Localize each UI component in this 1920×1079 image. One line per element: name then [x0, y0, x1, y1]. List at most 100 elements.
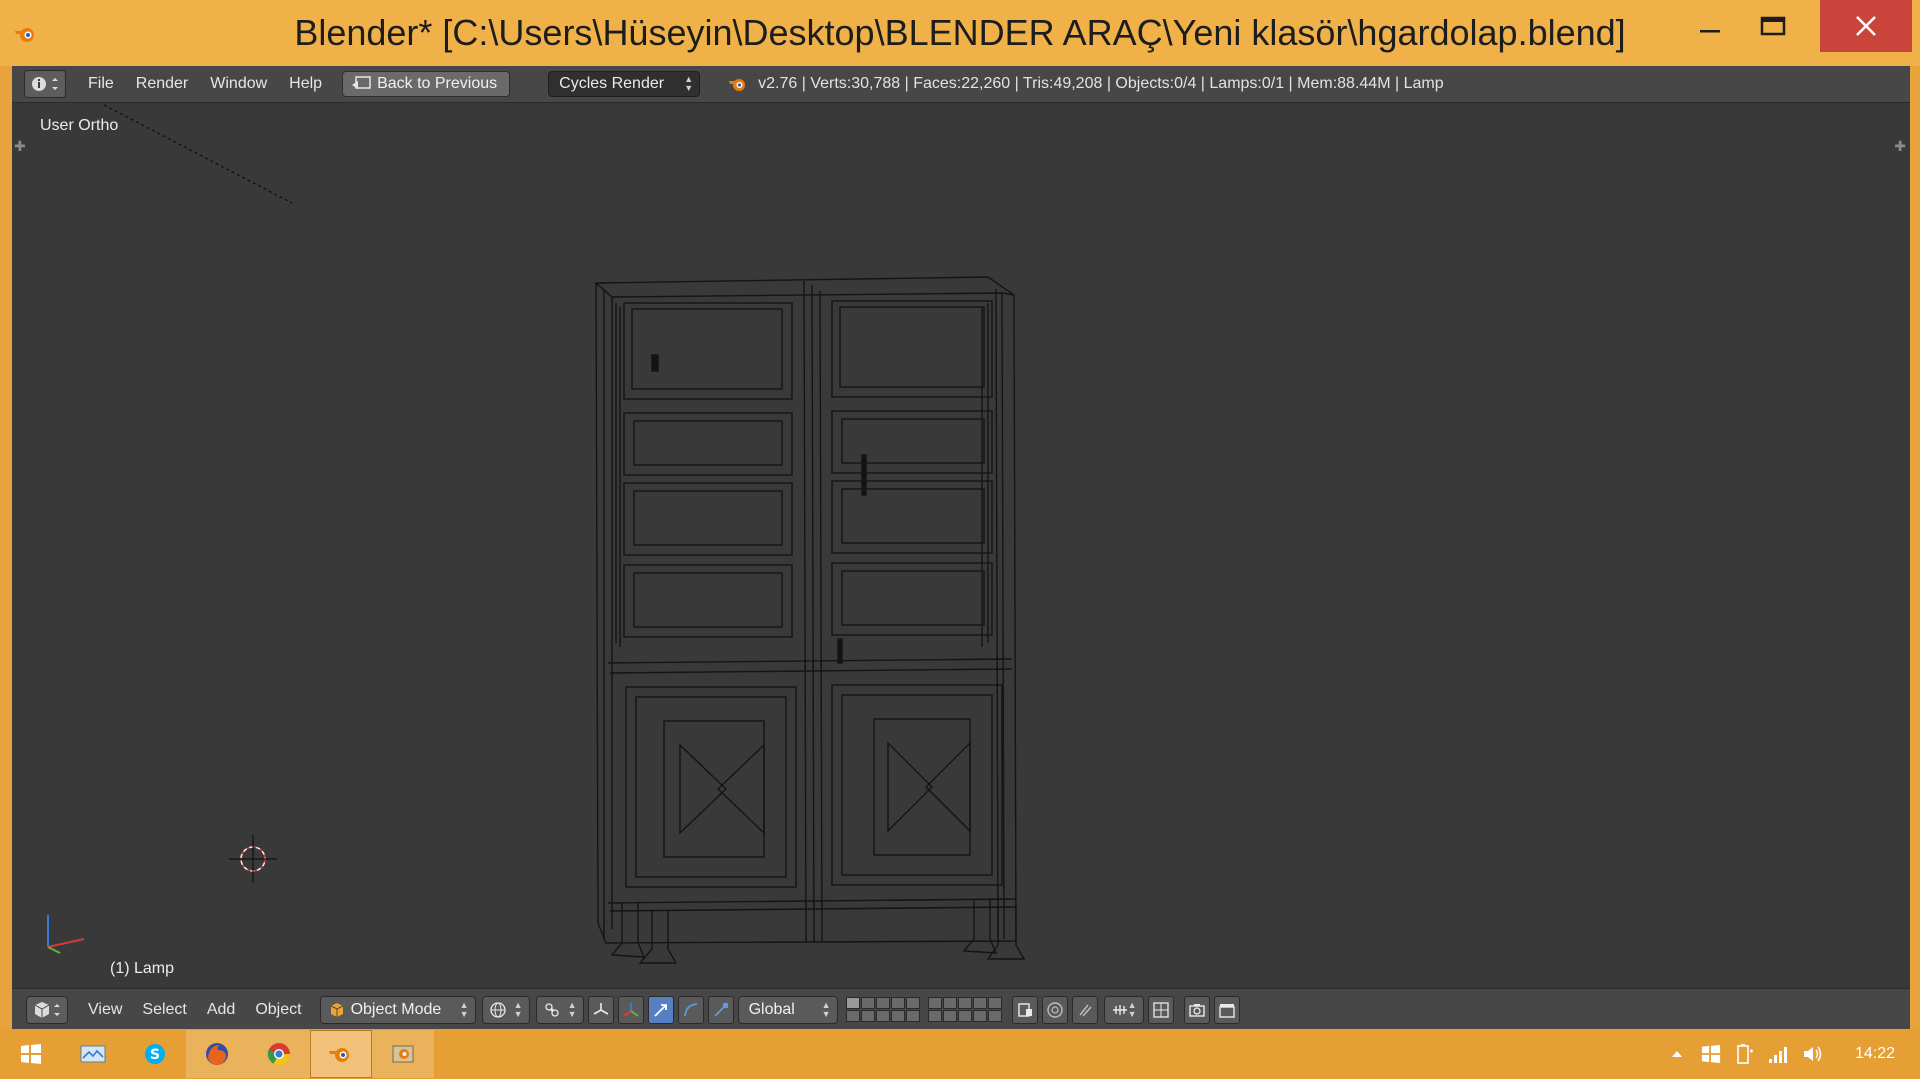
layer-button[interactable] [987, 997, 1002, 1009]
layer-button[interactable] [860, 997, 875, 1009]
windows-taskbar: S 14:22 [0, 1029, 1920, 1079]
taskbar-skype-button[interactable]: S [124, 1030, 186, 1078]
window-titlebar: Blender* [C:\Users\Hüseyin\Desktop\BLEND… [0, 0, 1920, 66]
layer-button[interactable] [942, 1010, 957, 1022]
menu-file[interactable]: File [88, 75, 114, 93]
layer-button[interactable] [875, 997, 890, 1009]
translate-axis-icon [622, 1002, 639, 1017]
signal-bars-icon [1769, 1047, 1787, 1063]
object-cube-icon [330, 1002, 343, 1017]
active-object-label: (1) Lamp [110, 960, 175, 977]
taskbar-clock[interactable]: 14:22 [1830, 1045, 1920, 1063]
layer-button[interactable] [875, 1010, 890, 1022]
snap-target-button[interactable] [1147, 995, 1174, 1024]
taskbar-blender-button[interactable] [310, 1030, 372, 1078]
layer-button[interactable] [957, 1010, 972, 1022]
tray-volume-button[interactable] [1796, 1030, 1830, 1078]
manipulator-toggle-button[interactable] [587, 995, 614, 1024]
layer-button[interactable] [927, 1010, 942, 1022]
render-engine-select[interactable]: Cycles Render ▲ ▼ [548, 71, 701, 97]
window-title: Blender* [C:\Users\Hüseyin\Desktop\BLEND… [294, 12, 1626, 53]
pivot-point-select[interactable]: ▲ ▼ [535, 995, 584, 1024]
translate-mode-button[interactable] [647, 995, 674, 1024]
menu-add[interactable]: Add [207, 1001, 235, 1019]
back-to-previous-label: Back to Previous [377, 75, 498, 92]
3d-cursor[interactable] [229, 835, 277, 883]
menu-view[interactable]: View [88, 1001, 122, 1019]
wardrobe-wireframe[interactable] [595, 276, 1026, 964]
tray-network-button[interactable] [1762, 1030, 1796, 1078]
tray-windows-button[interactable] [1694, 1030, 1728, 1078]
chevron-up-icon [1672, 1051, 1682, 1057]
opengl-render-button[interactable] [1183, 995, 1210, 1024]
rotate-mode-button[interactable] [677, 995, 704, 1024]
camera-icon [1188, 1003, 1205, 1017]
explorer-icon [80, 1045, 106, 1063]
start-button[interactable] [0, 1030, 62, 1078]
scene-layers-group-2[interactable] [927, 997, 1002, 1022]
layer-button[interactable] [987, 1010, 1002, 1022]
menu-render[interactable]: Render [136, 75, 188, 93]
opengl-animation-render-button[interactable] [1213, 995, 1240, 1024]
snap-element-select[interactable]: ▲ ▼ [1103, 995, 1144, 1024]
layer-button[interactable] [905, 997, 920, 1009]
menu-select[interactable]: Select [142, 1001, 186, 1019]
show-hidden-icons-button[interactable] [1660, 1030, 1694, 1078]
battery-icon [1737, 1044, 1753, 1064]
pivot-point-icon [544, 1002, 559, 1017]
layer-button[interactable] [972, 997, 987, 1009]
magnet-icon [1078, 1004, 1092, 1016]
layer-button[interactable] [927, 997, 942, 1009]
snap-toggle-button[interactable] [1071, 995, 1098, 1024]
blender-icon [329, 1048, 349, 1062]
speaker-icon [1804, 1046, 1822, 1062]
system-tray: 14:22 [1660, 1029, 1920, 1079]
layer-button[interactable] [890, 997, 905, 1009]
menu-help[interactable]: Help [289, 75, 322, 93]
taskbar-chrome-button[interactable] [248, 1030, 310, 1078]
taskbar-explorer-button[interactable] [62, 1030, 124, 1078]
viewport-shading-select[interactable]: ▲ ▼ [481, 995, 530, 1024]
3d-viewport[interactable]: User Ortho ✚ ✚ (1) Lamp [12, 103, 1910, 988]
taskbar-firefox-button[interactable] [186, 1030, 248, 1078]
translate-manipulator-button[interactable] [617, 995, 644, 1024]
back-to-previous-button[interactable]: Back to Previous [342, 71, 511, 97]
lamp-direction-line [103, 104, 293, 204]
3d-view-icon [34, 1001, 60, 1018]
interaction-mode-value: Object Mode [350, 1000, 442, 1018]
lock-layers-button[interactable] [1011, 995, 1038, 1024]
layer-button[interactable] [972, 1010, 987, 1022]
windows-flag-icon [1701, 1044, 1721, 1064]
transform-orientation-select[interactable]: Global ▲ ▼ [737, 995, 838, 1024]
arrow-icon [653, 1003, 667, 1017]
chevron-updown-icon: ▲ ▼ [567, 999, 577, 1019]
3d-editor-type-button[interactable] [26, 995, 68, 1024]
menu-object[interactable]: Object [255, 1001, 301, 1019]
maximize-button[interactable] [1742, 0, 1804, 52]
taskbar-blender-render-button[interactable] [372, 1030, 434, 1078]
layer-button[interactable] [957, 997, 972, 1009]
back-screen-icon [352, 76, 371, 89]
menu-window[interactable]: Window [210, 75, 267, 93]
info-editor-type-button[interactable] [24, 70, 66, 98]
layer-button[interactable] [860, 1010, 875, 1022]
layer-button[interactable] [942, 997, 957, 1009]
chrome-icon [267, 1043, 290, 1065]
interaction-mode-select[interactable]: Object Mode ▲ ▼ [319, 995, 476, 1024]
scale-mode-button[interactable] [707, 995, 734, 1024]
layer-button[interactable] [890, 1010, 905, 1022]
proportional-editing-button[interactable] [1041, 995, 1068, 1024]
svg-text:S: S [150, 1047, 160, 1063]
viewport-canvas [47, 104, 1026, 964]
clapperboard-icon [1218, 1003, 1235, 1018]
info-icon [32, 77, 58, 91]
scene-layers-group-1[interactable] [845, 997, 920, 1022]
close-button[interactable] [1820, 0, 1912, 52]
layer-button[interactable] [905, 1010, 920, 1022]
tray-power-button[interactable] [1728, 1030, 1762, 1078]
manipulator-icon [593, 1002, 608, 1015]
layer-button[interactable] [845, 997, 860, 1009]
layer-button[interactable] [845, 1010, 860, 1022]
minimize-button[interactable] [1680, 0, 1740, 52]
chevron-updown-icon: ▲ ▼ [1127, 999, 1137, 1019]
